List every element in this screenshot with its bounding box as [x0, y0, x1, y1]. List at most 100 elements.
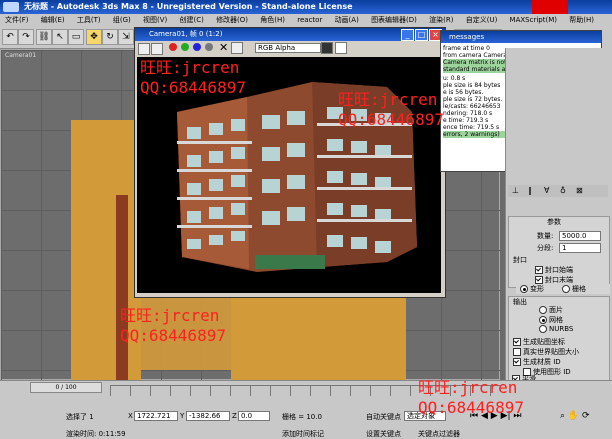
- radio-icon[interactable]: [562, 285, 570, 293]
- y-label: Y: [180, 412, 185, 420]
- menu-customize[interactable]: 自定义(U): [461, 14, 503, 26]
- watermark: 旺旺:jrcren QQ:68446897: [120, 302, 226, 345]
- menu-views[interactable]: 视图(V): [138, 14, 172, 26]
- orbit-icon[interactable]: ⟳: [582, 411, 590, 421]
- app-icon[interactable]: [3, 2, 19, 12]
- z-coord-input[interactable]: 0.0: [238, 411, 270, 421]
- gen-map-coords-checkbox[interactable]: 生成贴图坐标: [513, 337, 565, 347]
- checkbox-icon[interactable]: [513, 338, 521, 346]
- patch-label: 面片: [549, 306, 563, 314]
- menu-create[interactable]: 创建(C): [174, 14, 208, 26]
- message-line: u: 0.8 s: [443, 75, 466, 82]
- clear-icon[interactable]: ✕: [219, 42, 228, 53]
- y-coord-input[interactable]: -1382.66: [186, 411, 230, 421]
- mesh-radio[interactable]: 网格: [539, 315, 563, 325]
- make-unique-icon[interactable]: ∀: [544, 186, 549, 195]
- gen-map-coords-label: 生成贴图坐标: [523, 338, 565, 346]
- menu-file[interactable]: 文件(F): [0, 14, 34, 26]
- x-label: X: [128, 412, 133, 420]
- select-link-icon[interactable]: ⛓: [36, 29, 52, 45]
- cap-header: 封口: [513, 256, 527, 264]
- gen-material-ids-checkbox[interactable]: 生成材质 ID: [513, 357, 561, 367]
- zoom-icon[interactable]: ⌕: [560, 411, 565, 421]
- radio-icon[interactable]: [520, 285, 528, 293]
- menu-group[interactable]: 组(G): [108, 14, 136, 26]
- watermark-line: QQ:68446897: [120, 326, 226, 345]
- checkbox-icon[interactable]: [535, 266, 543, 274]
- redo-icon[interactable]: ↷: [18, 29, 34, 45]
- menu-maxscript[interactable]: MAXScript(M): [505, 14, 562, 26]
- message-line: ndering: 718.0 s: [443, 110, 493, 117]
- watermark-line: 旺旺:jrcren: [120, 306, 220, 325]
- grid-radio[interactable]: 栅格: [562, 284, 586, 294]
- render-window-title: Camera01, 帧 0 (1:2): [149, 30, 223, 38]
- segments-label: 分段:: [537, 244, 554, 252]
- mono-icon[interactable]: [231, 42, 243, 54]
- viewport-label[interactable]: Camera01: [5, 52, 36, 59]
- menu-rendering[interactable]: 渲染(R): [424, 14, 458, 26]
- move-icon[interactable]: ✥: [86, 29, 102, 45]
- cap-start-checkbox[interactable]: 封口始端: [535, 265, 573, 275]
- output-header: 输出: [513, 298, 527, 306]
- real-world-map-checkbox[interactable]: 真实世界贴图大小: [513, 347, 579, 357]
- white-swatch[interactable]: [335, 42, 347, 54]
- menu-help[interactable]: 帮助(H): [564, 14, 599, 26]
- count-label: 数量:: [537, 232, 554, 240]
- minimize-button[interactable]: _: [401, 29, 414, 41]
- green-channel-icon[interactable]: [181, 43, 189, 51]
- segments-input[interactable]: 1: [559, 243, 601, 253]
- morph-radio[interactable]: 变形: [520, 284, 544, 294]
- z-label: Z: [232, 412, 237, 420]
- params-header[interactable]: 参数: [547, 217, 561, 227]
- render-window-titlebar[interactable]: Camera01, 帧 0 (1:2) _ □ ×: [135, 28, 445, 41]
- viewport-nav-controls: ⌕ ✋ ⟳: [560, 411, 590, 421]
- color-swatch[interactable]: [321, 42, 333, 54]
- menu-animation[interactable]: 动画(A): [330, 14, 364, 26]
- alpha-channel-icon[interactable]: [205, 43, 213, 51]
- menu-character[interactable]: 角色(H): [255, 14, 290, 26]
- scale-icon[interactable]: ⇲: [118, 29, 134, 45]
- messages-titlebar[interactable]: messages: [441, 31, 601, 43]
- radio-icon[interactable]: [539, 306, 547, 314]
- menu-graph-editors[interactable]: 图表编辑器(D): [366, 14, 422, 26]
- undo-icon[interactable]: ↶: [2, 29, 18, 45]
- menu-edit[interactable]: 编辑(E): [36, 14, 70, 26]
- rotate-icon[interactable]: ↻: [102, 29, 118, 45]
- x-coord-input[interactable]: 1722.721: [134, 411, 178, 421]
- message-line: ple size is 84 bytes: [443, 82, 501, 89]
- show-end-result-icon[interactable]: ‖: [528, 186, 532, 195]
- cap-type-row: 变形 栅格: [516, 284, 610, 294]
- panel-tools-strip: ⊥ ‖ ∀ ♁ ⊠: [508, 185, 608, 197]
- blue-channel-icon[interactable]: [193, 43, 201, 51]
- nurbs-radio[interactable]: NURBS: [539, 325, 573, 333]
- select-region-icon[interactable]: ▭: [68, 29, 84, 45]
- output-rollout: 输出 面片 网格 NURBS 生成贴图坐标 真实世界贴图大小 生成材质 ID 使…: [508, 296, 610, 382]
- selection-status: 选择了 1: [66, 413, 94, 421]
- configure-modifier-icon[interactable]: ⊠: [576, 186, 583, 195]
- red-channel-icon[interactable]: [169, 43, 177, 51]
- checkbox-icon[interactable]: [513, 358, 521, 366]
- pan-icon[interactable]: ✋: [568, 411, 579, 421]
- building-right[interactable]: [231, 295, 406, 380]
- count-input[interactable]: 5000.0: [559, 231, 601, 241]
- time-slider[interactable]: 0 / 100: [30, 382, 102, 393]
- message-line: frame at time 0: [443, 45, 490, 52]
- menu-bar: 文件(F) 编辑(E) 工具(T) 组(G) 视图(V) 创建(C) 修改器(O…: [0, 14, 612, 26]
- pin-stack-icon[interactable]: ⊥: [512, 186, 519, 195]
- channel-select[interactable]: RGB Alpha: [255, 43, 321, 53]
- patch-radio[interactable]: 面片: [539, 305, 563, 315]
- menu-modifiers[interactable]: 修改器(O): [211, 14, 253, 26]
- watermark-line: 旺旺:jrcren: [418, 378, 518, 397]
- radio-icon[interactable]: [539, 325, 547, 333]
- select-icon[interactable]: ↖: [52, 29, 68, 45]
- checkbox-icon[interactable]: [513, 348, 521, 356]
- mesh-label: 网格: [549, 316, 563, 324]
- checkbox-icon[interactable]: [535, 276, 543, 284]
- maximize-button[interactable]: □: [415, 29, 428, 41]
- watermark-line: QQ:68446897: [418, 398, 524, 417]
- auto-key-button[interactable]: 自动关键点: [366, 412, 401, 422]
- remove-modifier-icon[interactable]: ♁: [560, 186, 566, 195]
- menu-tools[interactable]: 工具(T): [72, 14, 106, 26]
- menu-reactor[interactable]: reactor: [292, 14, 327, 26]
- radio-icon[interactable]: [539, 316, 547, 324]
